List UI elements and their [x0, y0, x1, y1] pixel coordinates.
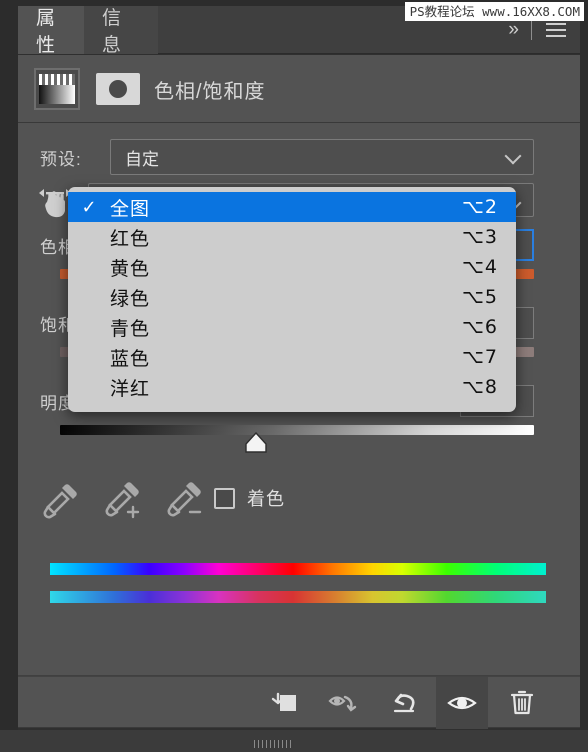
eyedropper-minus-icon[interactable] — [162, 479, 206, 523]
page-title: 色相/饱和度 — [154, 80, 266, 103]
lightness-slider-thumb[interactable] — [243, 431, 269, 455]
menu-item-label: 洋红 — [110, 378, 151, 400]
check-icon-placeholder — [68, 347, 110, 368]
menu-item-label: 黄色 — [110, 258, 151, 280]
toggle-visibility-button[interactable] — [436, 677, 488, 729]
menu-item-label: 红色 — [110, 228, 151, 250]
check-icon: ✓ — [81, 196, 97, 217]
preset-value: 自定 — [125, 149, 159, 169]
range-dropdown-menu: ✓ 全图 ⌥2 红色 ⌥3 黄色 ⌥4 绿色 ⌥5 青色 ⌥6 蓝色 ⌥7 洋红… — [68, 187, 516, 412]
chevron-down-icon — [507, 149, 521, 163]
trash-icon — [510, 690, 534, 715]
menu-item-shortcut: ⌥6 — [462, 316, 498, 338]
check-icon-placeholder — [68, 257, 110, 278]
menu-item-shortcut: ⌥3 — [462, 226, 498, 248]
menu-item-blues[interactable]: 蓝色 ⌥7 — [68, 342, 516, 372]
window-frame-right — [580, 0, 588, 752]
colorize-checkbox[interactable] — [214, 487, 235, 509]
menu-item-shortcut: ⌥2 — [462, 196, 498, 218]
menu-item-label: 青色 — [110, 318, 151, 340]
panel-bottom-strip — [0, 730, 588, 752]
adjustment-header: 色相/饱和度 — [18, 55, 580, 123]
menu-item-label: 全图 — [110, 198, 151, 220]
tab-properties-label: 属性 — [36, 8, 57, 56]
tab-bar-divider — [531, 20, 532, 40]
eyedropper-icon[interactable] — [38, 479, 82, 523]
colorize-label: 着色 — [247, 489, 285, 509]
preset-label: 预设: — [40, 150, 82, 169]
check-icon-placeholder — [68, 377, 110, 398]
window-frame-left — [0, 0, 18, 752]
properties-panel: 属性 信息 » PS教程论坛 www.16XX8.COM 色相/饱和度 预设: — [0, 0, 588, 752]
delete-layer-button[interactable] — [496, 677, 548, 729]
menu-item-shortcut: ⌥8 — [462, 376, 498, 398]
tools-row: 着色 — [18, 475, 580, 527]
overflow-chevrons-icon[interactable]: » — [504, 19, 521, 41]
menu-item-yellows[interactable]: 黄色 ⌥4 — [68, 252, 516, 282]
eye-arrow-icon — [328, 695, 357, 712]
menu-item-shortcut: ⌥7 — [462, 346, 498, 368]
lightness-slider-track[interactable] — [60, 425, 534, 435]
gradient-adjustment-thumbnail-icon[interactable] — [34, 68, 80, 110]
check-icon-placeholder — [68, 227, 110, 248]
tab-properties[interactable]: 属性 — [18, 6, 84, 56]
check-icon-placeholder — [68, 317, 110, 338]
clip-to-layer-icon — [271, 692, 296, 711]
menu-item-magentas[interactable]: 洋红 ⌥8 — [68, 372, 516, 402]
tab-info-label: 信息 — [102, 8, 123, 56]
menu-item-shortcut: ⌥5 — [462, 286, 498, 308]
eye-icon — [447, 696, 477, 710]
check-icon-placeholder — [68, 287, 110, 308]
hue-spectrum-bar-result — [50, 591, 546, 603]
menu-item-all[interactable]: ✓ 全图 ⌥2 — [68, 192, 516, 222]
reset-button[interactable] — [378, 677, 430, 729]
colorize-checkbox-row[interactable]: 着色 — [214, 485, 285, 511]
eyedropper-plus-icon[interactable] — [100, 479, 144, 523]
menu-item-label: 蓝色 — [110, 348, 151, 370]
panel-footer-toolbar — [18, 676, 580, 729]
tab-info[interactable]: 信息 — [84, 6, 158, 56]
panel-resize-grip[interactable] — [254, 740, 294, 748]
menu-item-reds[interactable]: 红色 ⌥3 — [68, 222, 516, 252]
hamburger-icon[interactable] — [542, 21, 570, 39]
preset-dropdown[interactable]: 自定 — [110, 139, 534, 175]
menu-item-greens[interactable]: 绿色 ⌥5 — [68, 282, 516, 312]
menu-item-cyans[interactable]: 青色 ⌥6 — [68, 312, 516, 342]
preview-previous-state-button[interactable] — [318, 677, 370, 729]
site-watermark: PS教程论坛 www.16XX8.COM — [404, 2, 584, 21]
preset-row: 预设: 自定 — [18, 139, 580, 175]
menu-item-label: 绿色 — [110, 288, 151, 310]
menu-item-shortcut: ⌥4 — [462, 256, 498, 278]
clip-to-layer-button[interactable] — [258, 677, 310, 729]
layer-mask-thumbnail-icon[interactable] — [96, 73, 140, 105]
reset-arrow-icon — [393, 693, 415, 713]
hue-spectrum-bar-source — [50, 563, 546, 575]
